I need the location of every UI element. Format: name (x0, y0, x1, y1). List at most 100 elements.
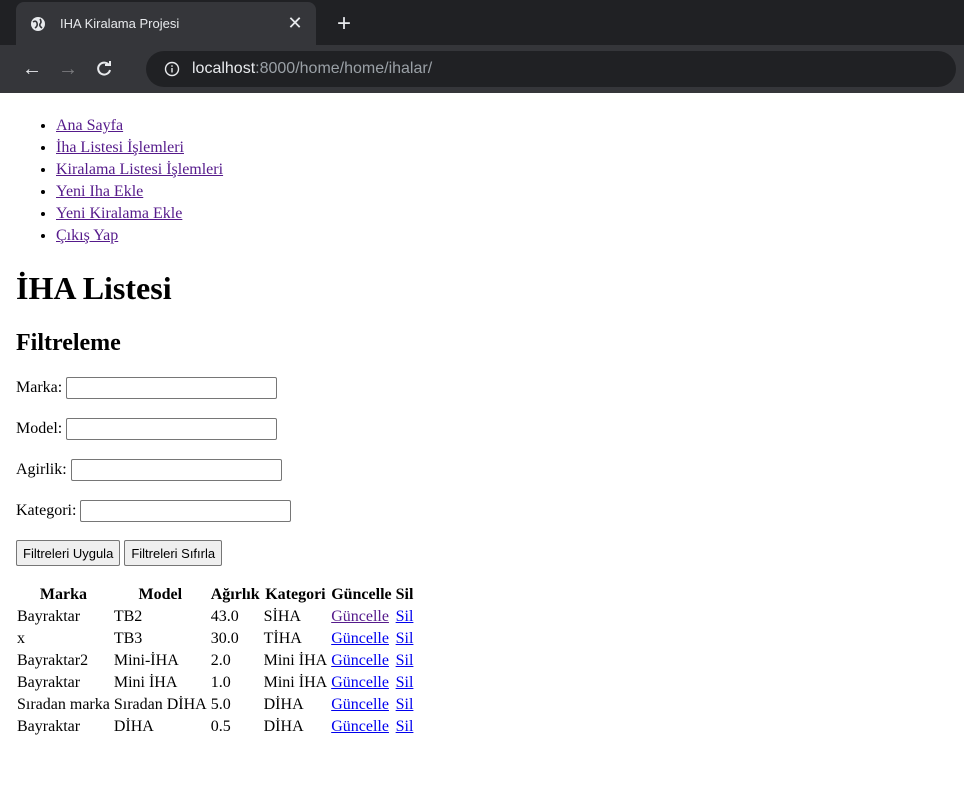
nav-item-iha-listesi: İha Listesi İşlemleri (56, 137, 948, 159)
nav-link-yeni-iha[interactable]: Yeni Iha Ekle (56, 183, 143, 200)
table-row: Bayraktar TB2 43.0 SİHA Güncelle Sil (16, 607, 414, 627)
header-guncelle: Güncelle (331, 586, 392, 603)
cell-model: TB2 (113, 608, 143, 625)
globe-icon (30, 16, 46, 32)
update-link[interactable]: Güncelle (331, 718, 389, 735)
cell-kategori: Mini İHA (263, 674, 328, 691)
delete-link[interactable]: Sil (396, 608, 414, 625)
filter-field-model: Model: (16, 416, 948, 442)
cell-marka: Sıradan marka (17, 696, 110, 713)
kategori-label: Kategori: (16, 502, 77, 519)
update-link[interactable]: Güncelle (331, 608, 389, 625)
header-agirlik: Ağırlık (210, 586, 260, 603)
cell-marka: x (17, 630, 25, 647)
cell-model: TB3 (113, 630, 143, 647)
nav-link-kiralama-listesi[interactable]: Kiralama Listesi İşlemleri (56, 161, 223, 178)
nav-link-cikis[interactable]: Çıkış Yap (56, 227, 118, 244)
cell-kategori: TİHA (263, 630, 302, 647)
cell-agirlik: 30.0 (210, 630, 239, 647)
cell-guncelle: Güncelle (330, 695, 392, 715)
nav-item-kiralama-listesi: Kiralama Listesi İşlemleri (56, 159, 948, 181)
cell-agirlik: 5.0 (210, 696, 231, 713)
table-row: Bayraktar DİHA 0.5 DİHA Güncelle Sil (16, 717, 414, 737)
agirlik-input[interactable] (70, 459, 282, 481)
cell-model: Mini-İHA (113, 652, 179, 669)
cell-agirlik: 0.5 (210, 718, 231, 735)
table-row: Bayraktar2 Mini-İHA 2.0 Mini İHA Güncell… (16, 651, 414, 671)
tab-strip: IHA Kiralama Projesi ✕ + (0, 0, 964, 45)
page-title: İHA Listesi (16, 270, 172, 306)
browser-tab[interactable]: IHA Kiralama Projesi ✕ (16, 2, 316, 45)
back-arrow-icon[interactable]: ← (16, 53, 48, 85)
browser-chrome: IHA Kiralama Projesi ✕ + ← → localhost:8… (0, 0, 964, 93)
model-input[interactable] (66, 418, 278, 440)
cell-kategori: SİHA (263, 608, 301, 625)
cell-guncelle: Güncelle (330, 607, 392, 627)
marka-label: Marka: (16, 379, 63, 396)
close-tab-icon[interactable]: ✕ (284, 13, 306, 35)
url-host: localhost (192, 60, 256, 77)
nav-item-yeni-iha: Yeni Iha Ekle (56, 181, 948, 203)
delete-link[interactable]: Sil (396, 630, 414, 647)
nav-link-yeni-kiralama[interactable]: Yeni Kiralama Ekle (56, 205, 182, 222)
cell-sil: Sil (395, 695, 415, 715)
filter-heading: Filtreleme (16, 330, 121, 356)
model-label: Model: (16, 420, 63, 437)
cell-marka: Bayraktar (17, 608, 81, 625)
kategori-input[interactable] (80, 500, 292, 522)
cell-sil: Sil (395, 717, 415, 737)
nav-item-cikis: Çıkış Yap (56, 225, 948, 247)
nav-link-ana-sayfa[interactable]: Ana Sayfa (56, 117, 123, 134)
delete-link[interactable]: Sil (396, 696, 414, 713)
main-nav: Ana Sayfa İha Listesi İşlemleri Kiralama… (16, 115, 948, 247)
cell-guncelle: Güncelle (330, 629, 392, 649)
header-marka: Marka (39, 586, 87, 603)
tab-title: IHA Kiralama Projesi (60, 16, 180, 31)
cell-model: Sıradan DİHA (113, 696, 207, 713)
reload-icon[interactable] (88, 53, 120, 85)
address-bar[interactable]: localhost:8000/home/home/ihalar/ (146, 51, 956, 87)
filter-buttons: Filtreleri Uygula Filtreleri Sıfırla (16, 540, 948, 566)
browser-toolbar: ← → localhost:8000/home/home/ihalar/ (0, 45, 964, 93)
cell-kategori: DİHA (263, 696, 304, 713)
nav-link-iha-listesi[interactable]: İha Listesi İşlemleri (56, 139, 184, 156)
update-link[interactable]: Güncelle (331, 674, 389, 691)
table-header-row: Marka Model Ağırlık Kategori Güncelle Si… (16, 585, 414, 605)
filter-field-agirlik: Agirlik: (16, 457, 948, 483)
apply-filters-button[interactable]: Filtreleri Uygula (16, 540, 121, 566)
cell-kategori: DİHA (263, 718, 304, 735)
page-content: Ana Sayfa İha Listesi İşlemleri Kiralama… (0, 115, 964, 739)
delete-link[interactable]: Sil (396, 652, 414, 669)
nav-item-ana-sayfa: Ana Sayfa (56, 115, 948, 137)
delete-link[interactable]: Sil (396, 718, 414, 735)
table-row: Bayraktar Mini İHA 1.0 Mini İHA Güncelle… (16, 673, 414, 693)
cell-marka: Bayraktar (17, 718, 81, 735)
new-tab-icon[interactable]: + (330, 10, 358, 38)
cell-sil: Sil (395, 651, 415, 671)
iha-table: Marka Model Ağırlık Kategori Güncelle Si… (14, 583, 416, 739)
info-icon[interactable] (164, 61, 180, 77)
filter-field-marka: Marka: (16, 375, 948, 401)
cell-model: Mini İHA (113, 674, 178, 691)
filter-form: Marka: Model: Agirlik: Kategori: Filtrel… (16, 375, 948, 566)
update-link[interactable]: Güncelle (331, 696, 389, 713)
cell-agirlik: 43.0 (210, 608, 239, 625)
cell-sil: Sil (395, 607, 415, 627)
update-link[interactable]: Güncelle (331, 630, 389, 647)
agirlik-label: Agirlik: (16, 461, 67, 478)
delete-link[interactable]: Sil (396, 674, 414, 691)
cell-guncelle: Güncelle (330, 651, 392, 671)
cell-marka: Bayraktar2 (17, 652, 89, 669)
marka-input[interactable] (66, 377, 278, 399)
cell-model: DİHA (113, 718, 154, 735)
forward-arrow-icon[interactable]: → (52, 53, 84, 85)
filter-field-kategori: Kategori: (16, 498, 948, 524)
update-link[interactable]: Güncelle (331, 652, 389, 669)
cell-guncelle: Güncelle (330, 673, 392, 693)
cell-sil: Sil (395, 629, 415, 649)
url-path: :8000/home/home/ihalar/ (255, 60, 433, 77)
cell-guncelle: Güncelle (330, 717, 392, 737)
header-sil: Sil (395, 586, 414, 603)
cell-sil: Sil (395, 673, 415, 693)
reset-filters-button[interactable]: Filtreleri Sıfırla (124, 540, 223, 566)
